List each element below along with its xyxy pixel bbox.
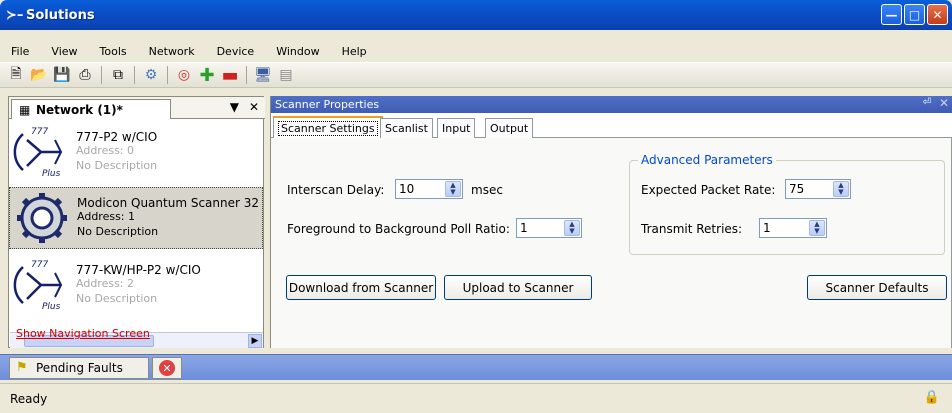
tab-errors[interactable]: ✕	[152, 357, 182, 379]
device-badge: 777	[31, 127, 48, 137]
advanced-parameters-group: Advanced Parameters	[629, 153, 945, 255]
trident-device-icon: 777 Plus	[13, 260, 63, 311]
menu-network[interactable]: Network	[138, 45, 206, 58]
device-sub-badge: Plus	[42, 302, 61, 311]
minimize-button[interactable]: —	[881, 4, 902, 25]
close-panel-icon[interactable]: ✕	[249, 100, 259, 114]
scanner-settings-content: Interscan Delay: 10 ▲ ▼ msec Foreground t…	[271, 138, 952, 348]
menu-file[interactable]: File	[0, 45, 40, 58]
app-icon: ≻–	[6, 7, 24, 23]
interscan-delay-spinner[interactable]: 10 ▲ ▼	[395, 179, 463, 199]
poll-ratio-spinner[interactable]: 1 ▲ ▼	[516, 218, 582, 238]
menu-window[interactable]: Window	[265, 45, 330, 58]
error-icon: ✕	[159, 360, 175, 376]
spinner-arrows-icon[interactable]: ▲ ▼	[833, 181, 849, 197]
network-tab-strip: ▦ Network (1)* ▼ ✕	[9, 97, 265, 119]
bottom-tab-strip: ⚑ Pending Faults ✕	[0, 354, 952, 380]
lock-icon: 🔒	[923, 390, 940, 405]
close-panel-icon[interactable]: ✕	[939, 96, 949, 110]
upload-to-scanner-button[interactable]: Upload to Scanner	[444, 275, 592, 300]
tab-input[interactable]: Input	[437, 118, 476, 138]
menu-help[interactable]: Help	[331, 45, 378, 58]
download-from-scanner-button[interactable]: Download from Scanner	[286, 275, 436, 300]
node-description: No Description	[77, 225, 159, 238]
window-layout-icon[interactable]: ⧉	[108, 65, 128, 85]
menu-device[interactable]: Device	[206, 45, 266, 58]
print-icon[interactable]: ⎙	[75, 65, 95, 85]
show-navigation-link[interactable]: Show Navigation Screen	[16, 327, 150, 340]
scan-signal-icon[interactable]: ◎	[174, 65, 194, 85]
packet-rate-spinner[interactable]: 75 ▲ ▼	[785, 179, 851, 199]
node-address: Address: 1	[77, 210, 136, 223]
scanner-tab-strip: Scanner Settings Scanlist Input Output	[271, 114, 952, 138]
tab-scanner-settings[interactable]: Scanner Settings	[273, 116, 383, 138]
network-node-2[interactable]: 777 Plus 777-KW/HP-P2 w/CIO Address: 2 N…	[9, 255, 263, 317]
network-node-1[interactable]: Modicon Quantum Scanner 32 Address: 1 No…	[9, 187, 263, 249]
tab-pending-faults[interactable]: ⚑ Pending Faults	[9, 357, 149, 379]
open-folder-icon[interactable]: 📂	[29, 65, 49, 85]
network-panel: ▦ Network (1)* ▼ ✕ 777 Plus 777-P2 w/CIO…	[8, 96, 265, 348]
gear-icon	[17, 193, 67, 243]
add-device-icon[interactable]: ✚	[197, 65, 217, 86]
status-text: Ready	[10, 391, 48, 406]
maximize-button[interactable]: □	[904, 4, 925, 25]
network-node-0[interactable]: 777 Plus 777-P2 w/CIO Address: 0 No Desc…	[9, 122, 263, 184]
scanner-defaults-button[interactable]: Scanner Defaults	[807, 275, 947, 300]
node-address: Address: 2	[76, 277, 135, 290]
network-tree-icon: ▦	[19, 103, 31, 117]
node-description: No Description	[76, 292, 158, 305]
tab-scanlist[interactable]: Scanlist	[380, 118, 433, 138]
window-title: Solutions	[26, 7, 95, 23]
pin-icon[interactable]: ⏎	[923, 97, 931, 108]
network-tab[interactable]: ▦ Network (1)*	[11, 99, 171, 119]
transmit-retries-spinner[interactable]: 1 ▲ ▼	[759, 218, 827, 238]
scanner-panel-title: Scanner Properties	[275, 98, 380, 111]
scanner-properties-panel: Scanner Properties ⏎ ✕ Scanner Settings …	[270, 96, 952, 348]
tab-output[interactable]: Output	[485, 118, 534, 138]
device-badge: 777	[31, 260, 48, 270]
node-description: No Description	[76, 159, 158, 172]
dropdown-arrow-icon[interactable]: ▼	[230, 100, 239, 114]
node-name: 777-KW/HP-P2 w/CIO	[76, 263, 201, 277]
transmit-retries-label: Transmit Retries:	[641, 222, 743, 236]
menu-view[interactable]: View	[40, 45, 88, 58]
close-button[interactable]: ✕	[927, 4, 948, 25]
node-address: Address: 0	[76, 144, 135, 157]
monitor-icon[interactable]: 🖥	[253, 65, 273, 85]
poll-ratio-label: Foreground to Background Poll Ratio:	[287, 222, 510, 236]
advanced-parameters-title: Advanced Parameters	[638, 153, 776, 167]
menu-bar: File View Tools Network Device Window He…	[0, 41, 952, 61]
remove-device-icon[interactable]: ▬	[220, 65, 240, 86]
pending-faults-label: Pending Faults	[36, 361, 123, 375]
title-bar: ≻– Solutions — □ ✕	[0, 0, 952, 30]
node-name: Modicon Quantum Scanner 32	[77, 196, 260, 210]
network-config-icon[interactable]: ⚙	[141, 65, 161, 85]
edit-properties-icon[interactable]: ▤	[276, 65, 296, 85]
spinner-arrows-icon[interactable]: ▲ ▼	[445, 181, 461, 197]
scroll-right-icon[interactable]: ▶	[248, 334, 262, 348]
spinner-arrows-icon[interactable]: ▲ ▼	[564, 220, 580, 236]
device-sub-badge: Plus	[42, 169, 61, 178]
save-icon[interactable]: 💾	[52, 65, 72, 85]
interscan-delay-label: Interscan Delay:	[287, 183, 385, 197]
menu-tools[interactable]: Tools	[89, 45, 138, 58]
packet-rate-label: Expected Packet Rate:	[641, 183, 776, 197]
fault-flag-icon: ⚑	[16, 360, 28, 375]
trident-device-icon: 777 Plus	[13, 127, 63, 178]
spinner-arrows-icon[interactable]: ▲ ▼	[809, 220, 825, 236]
node-name: 777-P2 w/CIO	[76, 130, 158, 144]
network-tab-label: Network (1)*	[36, 102, 123, 117]
scanner-panel-header: Scanner Properties ⏎ ✕	[271, 96, 952, 113]
new-file-icon[interactable]: 🗎	[6, 65, 26, 85]
interscan-unit: msec	[471, 183, 503, 197]
toolbar: 🗎 📂 💾 ⎙ ⧉ ⚙ ◎ ✚ ▬ 🖥 ▤	[0, 62, 952, 88]
status-bar: Ready 🔒	[0, 383, 952, 413]
